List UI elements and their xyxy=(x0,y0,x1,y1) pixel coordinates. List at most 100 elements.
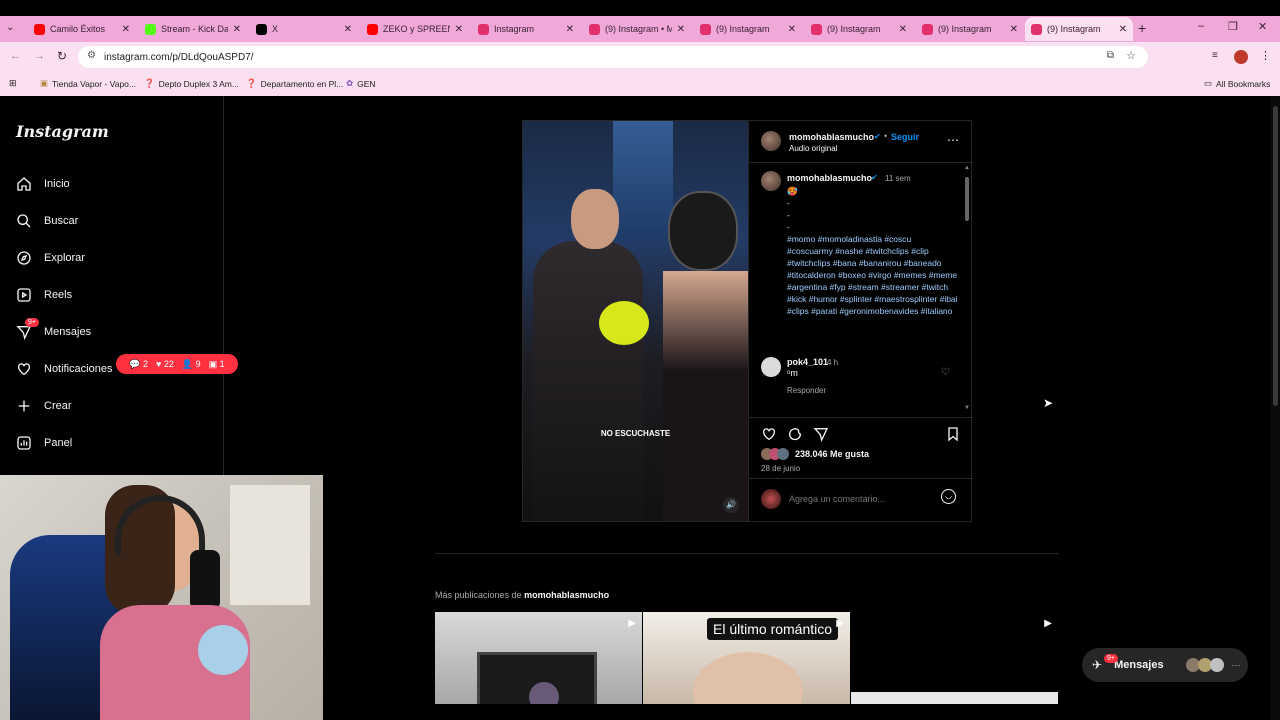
messages-float-badge: 9+ xyxy=(1104,654,1118,663)
more-posts-user[interactable]: momohablasmucho xyxy=(524,590,609,600)
liker-avatars[interactable] xyxy=(761,448,795,460)
back-icon[interactable]: ← xyxy=(10,50,21,62)
browser-tab[interactable]: ZEKO y SPREEN h ✕ xyxy=(361,18,469,40)
reply-button[interactable]: Responder xyxy=(787,386,826,395)
webcam-overlay xyxy=(0,475,323,720)
tab-close-icon[interactable]: ✕ xyxy=(1010,24,1018,35)
window-close-button[interactable]: ✕ xyxy=(1258,20,1267,33)
browser-tab[interactable]: Instagram ✕ xyxy=(472,18,580,40)
site-info-icon[interactable]: ⚙ xyxy=(87,50,96,61)
tab-close-icon[interactable]: ✕ xyxy=(455,24,463,35)
reel-video[interactable]: NO ESCUCHASTE 🔊 xyxy=(523,121,748,521)
url-bar[interactable]: ⚙ instagram.com/p/DLdQouASPD7/ ⧉ ☆ xyxy=(78,46,1148,68)
page-scrollbar[interactable] xyxy=(1270,96,1280,720)
tab-close-icon[interactable]: ✕ xyxy=(233,24,241,35)
tab-favicon-icon xyxy=(922,23,933,35)
browser-tab[interactable]: X ✕ xyxy=(250,18,358,40)
browser-menu-icon[interactable]: ⋮ xyxy=(1260,49,1271,62)
caption-username[interactable]: momohablasmucho xyxy=(787,173,872,183)
browser-tab[interactable]: (9) Instagram ✕ xyxy=(1025,17,1133,41)
bookmark-item[interactable]: ❓ Depto Duplex 3 Am... xyxy=(144,78,239,89)
browser-tab[interactable]: (9) Instagram ✕ xyxy=(805,18,913,40)
tab-title: (9) Instagram xyxy=(827,24,881,34)
more-post-thumbnail[interactable]: ▶ xyxy=(435,612,642,704)
comment-button[interactable] xyxy=(787,426,803,447)
browser-tab[interactable]: (9) Instagram ✕ xyxy=(916,18,1024,40)
messages-floating-button[interactable]: ✈ 9+ Mensajes ⋯ xyxy=(1082,648,1248,682)
sidebar-item-mensajes[interactable]: Mensajes 9+ xyxy=(16,318,91,340)
share-button[interactable] xyxy=(813,426,829,447)
maximize-button[interactable]: ❐ xyxy=(1228,20,1238,33)
other-count: ▣ 1 xyxy=(208,358,225,369)
sidebar-item-panel[interactable]: Panel xyxy=(16,435,72,451)
gen-icon: ✿ xyxy=(346,78,354,88)
instagram-logo[interactable]: Instagram xyxy=(16,122,109,141)
comments-scrollbar[interactable]: ▲ ▼ xyxy=(963,165,971,415)
reload-icon[interactable]: ↻ xyxy=(57,49,67,63)
emoji-icon[interactable]: ◡ xyxy=(941,489,956,504)
comments-scroll-down-icon[interactable]: ▼ xyxy=(964,405,970,411)
install-icon[interactable]: ⧉ xyxy=(1107,50,1114,61)
commenter-avatar[interactable] xyxy=(761,357,781,377)
caption-avatar[interactable] xyxy=(761,171,781,191)
author-avatar[interactable] xyxy=(761,131,781,151)
comments-scroll-up-icon[interactable]: ▲ xyxy=(964,165,970,171)
save-button[interactable] xyxy=(945,426,961,447)
tab-favicon-icon xyxy=(367,23,378,35)
tab-close-icon[interactable]: ✕ xyxy=(344,24,352,35)
follow-button[interactable]: Seguir xyxy=(891,132,919,142)
bookmark-item[interactable]: ❓ Departamento en Pl... xyxy=(246,78,343,89)
tab-close-icon[interactable]: ✕ xyxy=(1119,24,1127,35)
sidebar-item-inicio[interactable]: Inicio xyxy=(16,176,70,192)
new-tab-button[interactable]: + xyxy=(1138,20,1146,36)
more-options-icon[interactable]: ⋯ xyxy=(947,133,959,147)
tab-close-icon[interactable]: ✕ xyxy=(566,24,574,35)
comment-icon xyxy=(789,428,802,441)
author-username[interactable]: momohablasmucho xyxy=(789,132,874,142)
sidebar-item-buscar[interactable]: Buscar xyxy=(16,213,78,229)
caption-hashtags[interactable]: #momo #momoladinastia #coscu #coscuarmy … xyxy=(787,233,959,317)
media-control-icon[interactable]: ≡ xyxy=(1212,50,1218,61)
more-post-thumbnail[interactable]: El último romántico ▶ xyxy=(643,612,850,704)
minimize-button[interactable]: – xyxy=(1198,20,1204,32)
apps-grid-icon[interactable]: ⊞ xyxy=(9,78,17,89)
volume-button[interactable]: 🔊 xyxy=(723,497,739,513)
add-comment-input[interactable] xyxy=(789,491,929,507)
comment-username[interactable]: pok4_101 xyxy=(787,357,828,367)
bookmark-icon xyxy=(948,427,958,442)
all-bookmarks[interactable]: ▭ All Bookmarks xyxy=(1204,78,1270,89)
pin-icon: ❓ xyxy=(246,78,257,88)
more-post-thumbnail[interactable]: ▶ xyxy=(851,612,1058,704)
comments-scroll-thumb[interactable] xyxy=(965,177,969,221)
sidebar-item-crear[interactable]: Crear xyxy=(16,398,72,414)
thumb-text: El último romántico xyxy=(707,618,839,640)
forward-icon[interactable]: → xyxy=(34,50,45,62)
like-button[interactable] xyxy=(761,426,777,447)
sidebar-item-notificaciones[interactable]: Notificaciones xyxy=(16,361,112,377)
browser-tab[interactable]: (9) Instagram ✕ xyxy=(694,18,802,40)
tab-close-icon[interactable]: ✕ xyxy=(122,24,130,35)
bookmark-star-icon[interactable]: ☆ xyxy=(1126,49,1136,62)
sidebar-item-reels[interactable]: Reels xyxy=(16,287,72,303)
browser-tab[interactable]: Stream - Kick Dash ✕ xyxy=(139,18,247,40)
browser-tab[interactable]: (9) Instagram • M ✕ xyxy=(583,18,691,40)
browser-tab[interactable]: Camilo Éxitos ✕ xyxy=(28,18,136,40)
tab-close-icon[interactable]: ✕ xyxy=(788,24,796,35)
conversation-avatar xyxy=(1209,658,1224,672)
page-scroll-thumb[interactable] xyxy=(1273,106,1278,406)
tab-search-icon[interactable]: ⌄ xyxy=(6,22,14,33)
notifications-popup[interactable]: 💬 2 ♥ 22 👤 9 ▣ 1 xyxy=(116,354,238,374)
likes-count[interactable]: 238.046 Me gusta xyxy=(795,449,869,459)
comment-like-icon[interactable]: ♡ xyxy=(941,367,950,378)
profile-avatar[interactable] xyxy=(1234,50,1248,64)
sidebar-item-explorar[interactable]: Explorar xyxy=(16,250,85,266)
tab-close-icon[interactable]: ✕ xyxy=(677,24,685,35)
tab-title: Camilo Éxitos xyxy=(50,24,106,34)
tab-favicon-icon xyxy=(145,23,156,35)
webcam-plush-toy xyxy=(198,625,248,675)
tab-close-icon[interactable]: ✕ xyxy=(899,24,907,35)
tab-favicon-icon xyxy=(811,23,822,35)
audio-label[interactable]: Audio original xyxy=(789,144,837,153)
bookmark-item[interactable]: ▣ Tienda Vapor - Vapo... xyxy=(40,78,136,89)
bookmark-item[interactable]: ✿ GEN xyxy=(346,78,376,89)
